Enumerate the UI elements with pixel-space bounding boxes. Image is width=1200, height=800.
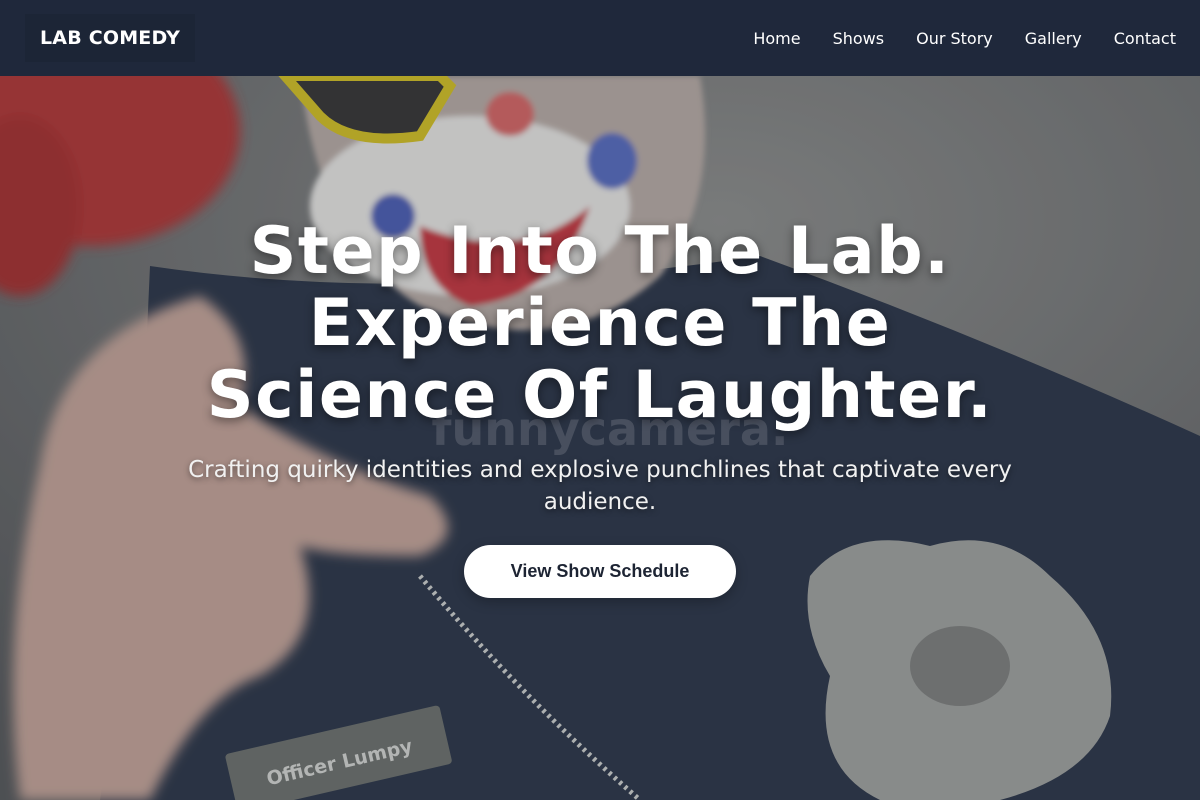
hero-title-line-1: Step Into The Lab. — [249, 214, 951, 289]
hero-content: funnycamera. Step Into The Lab. Experien… — [0, 76, 1200, 800]
hero-title-line-3: Science Of Laughter. — [206, 358, 994, 433]
nav-home[interactable]: Home — [753, 29, 800, 48]
nav-gallery[interactable]: Gallery — [1025, 29, 1082, 48]
nav-contact[interactable]: Contact — [1114, 29, 1176, 48]
logo-container[interactable]: LAB COMEDY — [25, 14, 196, 62]
view-show-schedule-button[interactable]: View Show Schedule — [464, 545, 736, 598]
nav-our-story[interactable]: Our Story — [916, 29, 993, 48]
nav-shows[interactable]: Shows — [833, 29, 885, 48]
hero-subtitle: Crafting quirky identities and explosive… — [188, 457, 1012, 515]
site-logo[interactable]: LAB COMEDY — [40, 27, 180, 49]
hero-title: Step Into The Lab. Experience The Scienc… — [150, 216, 1050, 432]
hero-section: Officer Lumpy funnycamera. Step Into The… — [0, 76, 1200, 800]
site-header: LAB COMEDY Home Shows Our Story Gallery … — [0, 0, 1200, 76]
hero-title-line-2: Experience The — [308, 286, 892, 361]
main-nav: Home Shows Our Story Gallery Contact — [721, 29, 1176, 48]
